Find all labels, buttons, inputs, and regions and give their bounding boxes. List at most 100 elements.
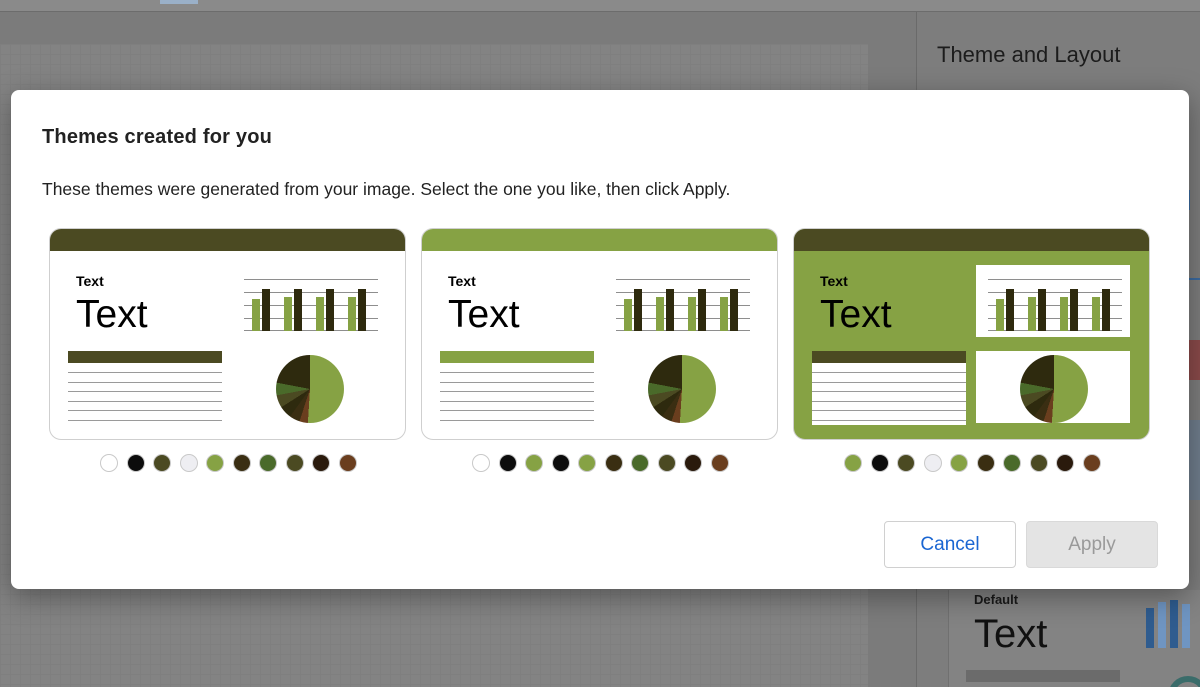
theme-header-bar [50,229,405,251]
chart-bar [358,289,366,331]
table-row-line [440,381,594,383]
chart-bar [698,289,706,331]
table-row-line [68,381,222,383]
table-row-line [68,410,222,411]
color-swatch[interactable] [870,454,889,472]
theme-big-text: Text [76,293,148,336]
chart-bar [1028,297,1036,331]
color-swatch[interactable] [844,454,862,472]
chart-bar [624,299,632,331]
table-row-line [812,372,966,373]
theme-header-bar [794,229,1149,251]
color-swatch[interactable] [976,454,995,472]
chart-gridline [616,279,750,280]
chart-bar [1092,297,1100,331]
table-row-line [68,400,222,402]
chart-bar [1006,289,1014,331]
color-swatch[interactable] [657,454,676,472]
color-swatch[interactable] [631,454,649,472]
default-theme-table-head [966,670,1120,682]
table-row-line [68,391,222,392]
theme-small-text: Text [820,273,848,289]
dialog-description: These themes were generated from your im… [42,179,731,199]
table-header [440,351,594,363]
color-swatch[interactable] [578,454,596,472]
table-row-line [440,419,594,421]
theme-table-sample [68,351,222,421]
chart-bar [252,299,260,331]
chart-bar [284,297,292,331]
theme-card-3[interactable]: Text Text [793,228,1150,440]
cancel-button[interactable]: Cancel [884,521,1016,568]
color-swatch[interactable] [179,454,198,472]
chart-bar [996,299,1004,331]
color-swatch[interactable] [232,454,251,472]
color-swatch[interactable] [923,454,942,472]
chart-bar [656,297,664,331]
color-swatch[interactable] [1056,454,1074,472]
theme-bar-chart-sample [244,279,378,331]
theme-bar-chart-sample [616,279,750,331]
theme-pie-chart-sample [1020,355,1088,423]
color-swatch[interactable] [285,454,304,472]
chart-bar [1070,289,1078,331]
chart-bar [634,289,642,331]
theme-card-1[interactable]: Text Text [49,228,406,440]
default-theme-label: Default [974,592,1019,607]
chart-bar [666,289,674,331]
color-swatch[interactable] [206,454,224,472]
table-row-line [440,391,594,392]
theme-card-2[interactable]: Text Text [421,228,778,440]
color-swatch[interactable] [1003,454,1021,472]
panel-title: Theme and Layout [937,42,1121,67]
color-swatch[interactable] [604,454,623,472]
default-theme-sample: Text [974,612,1048,656]
table-row-line [440,372,594,373]
theme-big-text: Text [448,293,520,336]
color-swatch[interactable] [897,454,915,472]
theme-bar-chart-sample [988,279,1122,331]
chart-bar [326,289,334,331]
table-row-line [812,400,966,402]
chart-bar [348,297,356,331]
panel-divider [1188,278,1200,280]
theme-header-bar [422,229,777,251]
chart-bar [720,297,728,331]
panel-tab-edge [1188,190,1200,210]
chart-bar [1102,289,1110,331]
chart-bar [294,289,302,331]
color-swatch[interactable] [312,454,330,472]
color-swatch[interactable] [153,454,171,472]
color-swatch[interactable] [950,454,968,472]
color-swatch[interactable] [525,454,543,472]
color-swatch[interactable] [498,454,517,472]
table-header [812,351,966,363]
panel-preview-edge [1188,420,1200,500]
table-row-line [812,419,966,421]
theme-small-text: Text [76,273,104,289]
color-swatch[interactable] [338,454,357,472]
color-swatch[interactable] [710,454,729,472]
table-row-line [812,381,966,383]
theme-table-sample [440,351,594,421]
theme-table-sample [812,351,966,425]
chart-bar [730,289,738,331]
toolbar-chip[interactable] [160,0,198,4]
theme-pie-chart-sample [276,355,344,423]
panel-preview-edge [1188,340,1200,380]
table-row-line [440,400,594,402]
chart-gridline [244,279,378,280]
color-swatch[interactable] [100,454,118,472]
color-swatch[interactable] [1082,454,1101,472]
color-swatch[interactable] [472,454,490,472]
table-header [68,351,222,363]
color-swatch[interactable] [126,454,145,472]
theme-small-text: Text [448,273,476,289]
apply-button[interactable]: Apply [1026,521,1158,568]
chart-bar [316,297,324,331]
themes-dialog: Themes created for you These themes were… [11,90,1189,589]
color-swatch[interactable] [684,454,702,472]
color-swatch[interactable] [551,454,570,472]
color-swatch[interactable] [259,454,277,472]
color-swatch[interactable] [1029,454,1048,472]
